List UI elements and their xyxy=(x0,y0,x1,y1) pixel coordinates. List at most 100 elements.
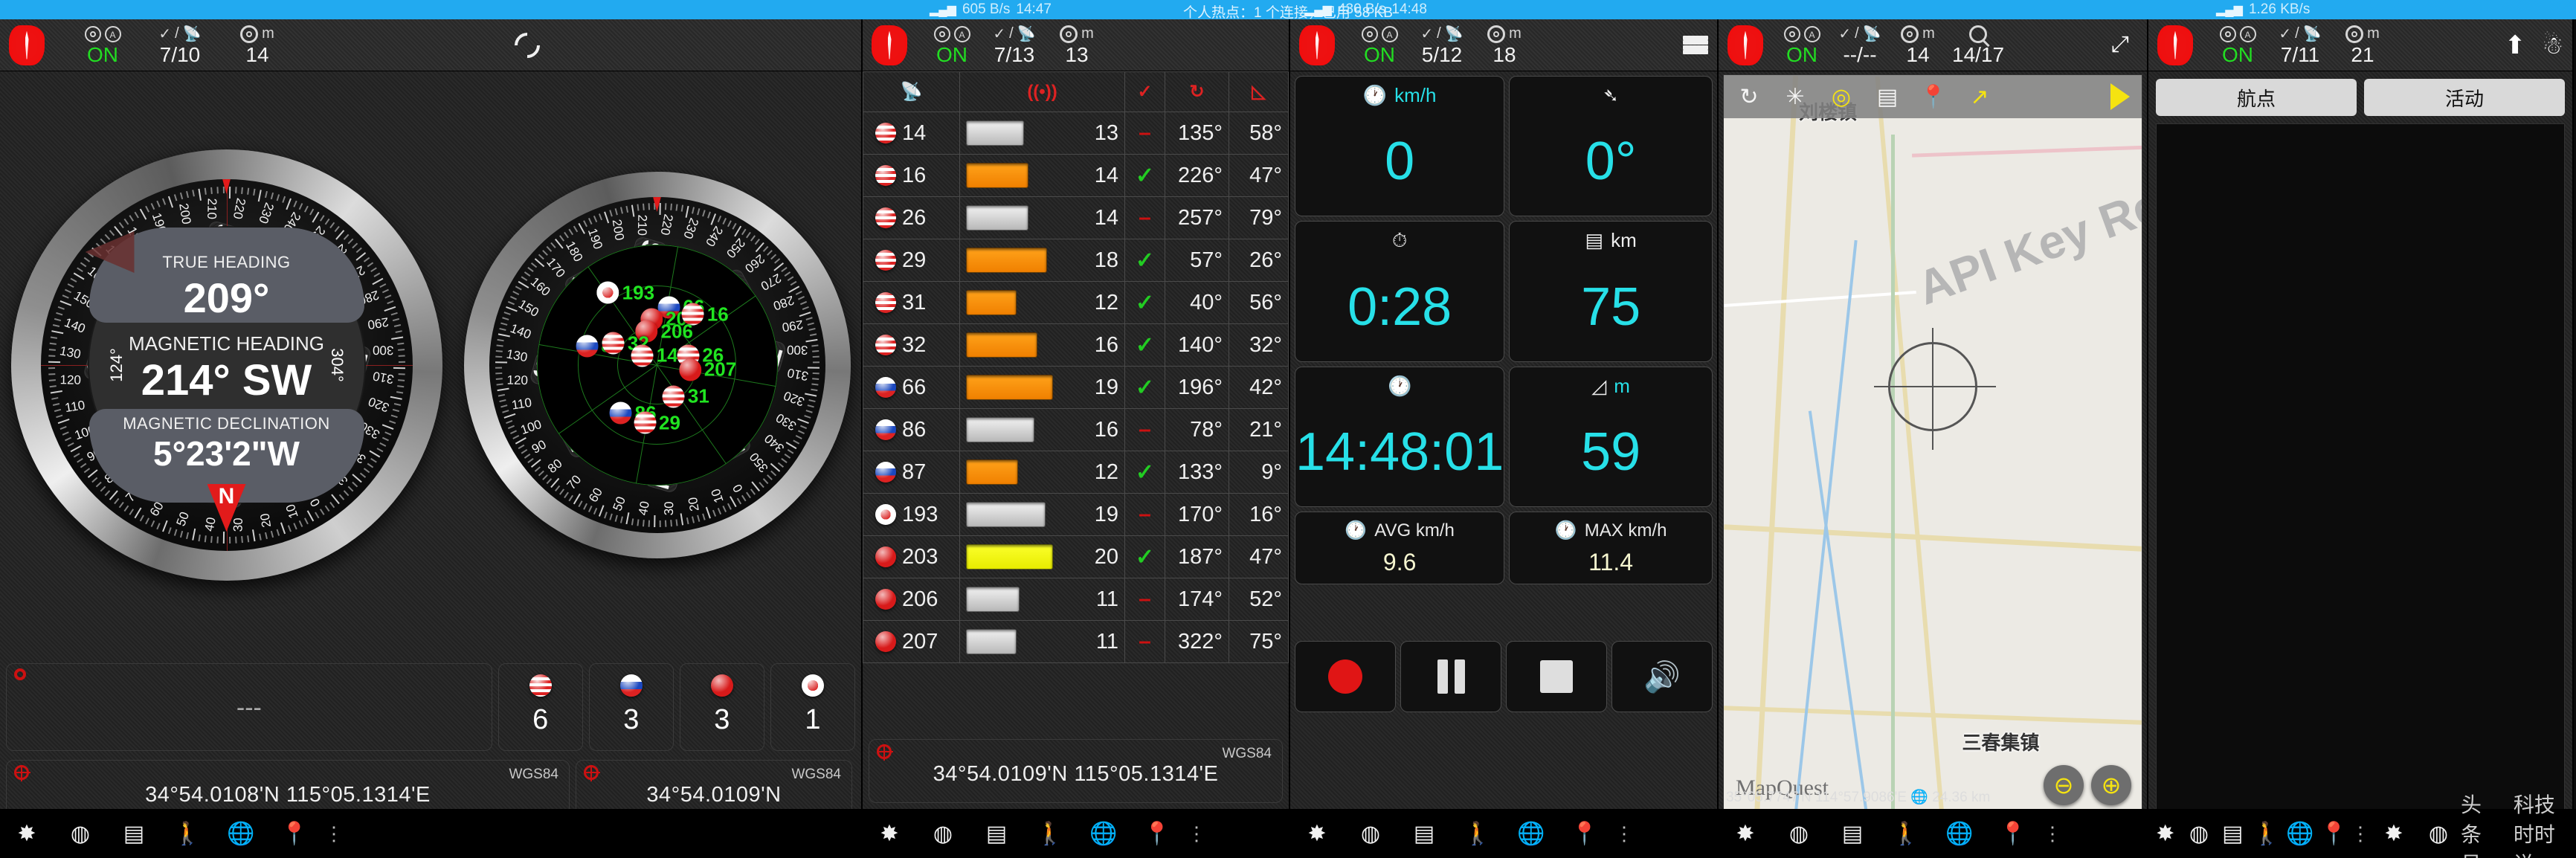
overflow-icon[interactable]: ⋮ xyxy=(1611,822,1638,845)
tile-elapsed[interactable]: ⏱ 0:28 xyxy=(1295,221,1505,362)
data-rate-2: 430 B/s xyxy=(1337,1,1386,17)
list-icon[interactable]: ▤ xyxy=(107,821,161,847)
globe-icon[interactable]: ◍ xyxy=(2182,821,2215,847)
refresh-icon[interactable] xyxy=(509,27,546,63)
pin-icon[interactable]: 📍 xyxy=(1986,821,2040,847)
col-used-icon: ✓ xyxy=(1124,71,1165,112)
satellite-sky-plot[interactable]: 193662031620687321426207318629 xyxy=(536,245,778,486)
tile-distance[interactable]: ▤ km 75 xyxy=(1509,221,1713,362)
pin-icon[interactable]: 📍 xyxy=(2317,821,2351,847)
compass-gauge[interactable]: 0102030405060708090100110120130140150160… xyxy=(10,149,442,581)
list-icon[interactable]: ▤ xyxy=(1397,821,1451,847)
walk-icon[interactable]: 🚶 xyxy=(1879,821,1933,847)
accuracy-group: m 13 xyxy=(1053,25,1101,66)
expand-icon[interactable]: ⤢ xyxy=(2111,33,2138,57)
walk-icon[interactable]: 🚶 xyxy=(1451,821,1504,847)
rotate-icon[interactable]: ↻ xyxy=(1736,83,1762,110)
overflow-icon[interactable]: ⋮ xyxy=(321,822,348,845)
overflow-icon[interactable]: ⋮ xyxy=(2040,822,2067,845)
waypoint-card[interactable]: --- xyxy=(6,663,492,751)
globe-icon[interactable]: ◍ xyxy=(54,821,107,847)
earth-icon[interactable]: 🌐 xyxy=(2283,821,2316,847)
tile-speed[interactable]: 🕐 km/h 0 xyxy=(1295,76,1505,216)
compass-icon[interactable]: ✸ xyxy=(1290,821,1344,847)
earth-icon[interactable]: 🌐 xyxy=(1933,821,1986,847)
gps-state-group[interactable]: A ON xyxy=(1356,25,1403,66)
record-button[interactable] xyxy=(1295,641,1396,712)
satellite-table[interactable]: 📡 ((•)) ✓ ↻ ◺ 14 13–135° 58° 16 14 ✓ 226° 47° 26… xyxy=(863,71,1289,663)
pin-icon[interactable]: 📍 xyxy=(1558,821,1611,847)
table-row[interactable]: 16 14 ✓ 226° 47° xyxy=(863,154,1289,197)
table-row[interactable]: 66 19 ✓ 196° 42° xyxy=(863,366,1289,409)
play-icon[interactable] xyxy=(2110,83,2130,110)
compass-icon[interactable]: ✸ xyxy=(0,821,54,847)
table-row[interactable]: 31 12 ✓ 40° 56° xyxy=(863,281,1289,324)
add-waypoint-icon[interactable]: 📍 xyxy=(1919,83,1947,110)
center-target-icon[interactable]: ◎ xyxy=(1828,83,1855,110)
gps-state-group[interactable]: A ON xyxy=(2214,25,2261,66)
globe-icon[interactable]: ◍ xyxy=(916,821,970,847)
flag-jp-icon xyxy=(875,504,896,526)
table-row[interactable]: 26 14–257° 79° xyxy=(863,196,1289,239)
table-row[interactable]: 193 19–170° 16° xyxy=(863,493,1289,536)
list-icon[interactable]: ▤ xyxy=(2216,821,2250,847)
walk-icon[interactable]: 🚶 xyxy=(1023,821,1077,847)
globe-icon[interactable]: ◍ xyxy=(1344,821,1397,847)
speaker-button[interactable]: 🔊 xyxy=(1611,641,1713,712)
waypoint-list[interactable] xyxy=(2156,123,2565,822)
gps-state-group[interactable]: A ON xyxy=(79,25,126,66)
map-canvas[interactable]: API Key Required 刘楼镇 三春集镇 MapQuest ⊖ ⊕ ↻… xyxy=(1723,74,2142,818)
table-row[interactable]: 86 16–78° 21° xyxy=(863,408,1289,451)
walk-icon[interactable]: 🚶 xyxy=(2250,821,2283,847)
table-row[interactable]: 206 11–174° 52° xyxy=(863,578,1289,621)
table-row[interactable]: 203 20 ✓ 187° 47° xyxy=(863,535,1289,578)
flag-jp-icon xyxy=(801,674,824,697)
compass-icon[interactable]: ✸ xyxy=(1719,821,1772,847)
hamburger-icon[interactable] xyxy=(1683,35,1708,55)
pause-button[interactable] xyxy=(1400,641,1501,712)
compass-icon[interactable]: ✸ xyxy=(863,821,916,847)
tab-activities[interactable]: 活动 xyxy=(2364,79,2565,116)
compass-rose-icon[interactable]: ✳ xyxy=(1782,83,1809,110)
person-icon[interactable]: ☃ xyxy=(2542,31,2563,59)
compass-icon[interactable]: ✸ xyxy=(2148,821,2182,847)
earth-icon[interactable]: 🌐 xyxy=(1504,821,1558,847)
pin-icon[interactable]: 📍 xyxy=(1130,821,1184,847)
table-row[interactable]: 87 12 ✓ 133° 9° xyxy=(863,451,1289,494)
upload-icon[interactable]: ⬆ xyxy=(2505,30,2526,60)
share-icon[interactable]: ↗ xyxy=(1966,83,1993,110)
walk-icon[interactable]: 🚶 xyxy=(161,821,214,847)
table-row[interactable]: 29 18 ✓ 57° 26° xyxy=(863,239,1289,282)
stop-button[interactable] xyxy=(1506,641,1607,712)
tile-max-speed[interactable]: 🕐 MAX km/h 11.4 xyxy=(1509,512,1713,584)
video-watermark: 头条号 科技时时说 xyxy=(2461,789,2564,858)
list-icon[interactable]: ▤ xyxy=(1826,821,1879,847)
sat-count-us: 6 xyxy=(498,663,583,751)
table-row[interactable]: 207 11–322° 75° xyxy=(863,620,1289,663)
measure-icon[interactable]: ▤ xyxy=(1874,83,1901,110)
earth-icon[interactable]: 🌐 xyxy=(1077,821,1130,847)
tile-avg-speed[interactable]: 🕐 AVG km/h 9.6 xyxy=(1295,512,1505,584)
gps-state-group[interactable]: A ON xyxy=(928,25,976,66)
zoom-in-button[interactable]: ⊕ xyxy=(2091,765,2131,805)
satellite-radar-gauge[interactable]: 0 10 20 30 40 50 60 70 80 90 100 110 120 130 140 150 160… xyxy=(463,172,851,558)
overflow-icon[interactable]: ⋮ xyxy=(1184,822,1211,845)
table-row[interactable]: 32 16 ✓ 140° 32° xyxy=(863,323,1289,367)
cell-azimuth: 170° xyxy=(1165,493,1229,536)
compass-icon[interactable]: ✸ xyxy=(2371,821,2416,847)
zoom-out-button[interactable]: ⊖ xyxy=(2044,765,2084,805)
tile-bearing[interactable]: ➴ 0° xyxy=(1509,76,1713,216)
gps-state-group[interactable]: A ON xyxy=(1778,25,1826,66)
snr-value: 11 xyxy=(1095,629,1118,654)
coordinate-card[interactable]: WGS84 34°54.0109'N 115°05.1314'E xyxy=(869,739,1283,803)
tile-altitude[interactable]: ◿ m 59 xyxy=(1509,367,1713,507)
globe-icon[interactable]: ◍ xyxy=(1772,821,1826,847)
table-row[interactable]: 14 13–135° 58° xyxy=(863,112,1289,155)
tab-waypoints[interactable]: 航点 xyxy=(2156,79,2357,116)
tile-clock[interactable]: 🕐 14:48:01 xyxy=(1295,367,1505,507)
earth-icon[interactable]: 🌐 xyxy=(214,821,268,847)
globe-icon[interactable]: ◍ xyxy=(2416,821,2461,847)
overflow-icon[interactable]: ⋮ xyxy=(2351,822,2371,845)
pin-icon[interactable]: 📍 xyxy=(268,821,321,847)
list-icon[interactable]: ▤ xyxy=(970,821,1023,847)
